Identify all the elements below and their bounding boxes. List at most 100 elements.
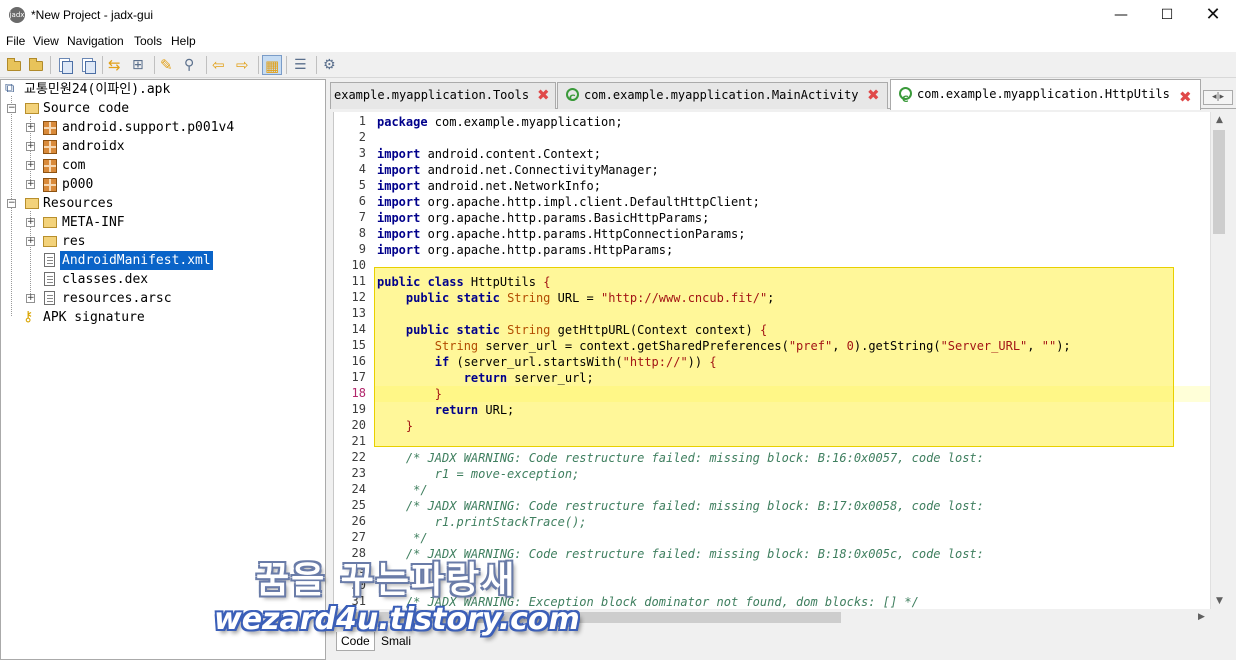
code-line: /* JADX WARNING: Code restructure failed… xyxy=(377,450,984,466)
line-number: 13 xyxy=(351,306,366,320)
collapse-icon[interactable]: − xyxy=(7,104,16,113)
copy-button[interactable] xyxy=(55,55,75,75)
code-token: */ xyxy=(377,531,428,545)
line-number: 16 xyxy=(351,354,366,368)
tab-close-icon[interactable]: ✖ xyxy=(537,83,550,108)
line-number: 15 xyxy=(351,338,366,352)
back-button[interactable]: ⇦ xyxy=(210,55,230,75)
tab-close-icon[interactable]: ✖ xyxy=(1179,83,1192,110)
class-search-button[interactable]: ⚲ xyxy=(182,55,202,75)
code-token: import xyxy=(377,211,428,225)
dex-file-icon xyxy=(44,272,55,286)
apk-root-icon: ⧉ xyxy=(5,81,15,96)
editor-tab-bar: example.myapplication.Tools ✖ com.exampl… xyxy=(330,79,1236,110)
tab-mainactivity[interactable]: com.example.myapplication.MainActivity ✖ xyxy=(557,82,888,109)
save-all-button[interactable] xyxy=(78,55,98,75)
code-token: server_url; xyxy=(507,371,594,385)
deobfuscation-toggle[interactable]: ▦ xyxy=(262,55,282,75)
xml-file-icon xyxy=(44,253,55,267)
code-line: public class HttpUtils { xyxy=(377,274,550,290)
log-viewer-button[interactable]: ☰ xyxy=(292,55,312,75)
expand-icon[interactable]: + xyxy=(26,142,35,151)
expand-icon[interactable]: + xyxy=(26,237,35,246)
scroll-right-icon[interactable]: ▶ xyxy=(1193,609,1210,625)
minimize-button[interactable]: — xyxy=(1098,0,1144,32)
expand-icon[interactable]: + xyxy=(26,123,35,132)
add-files-button[interactable] xyxy=(26,55,46,75)
line-number: 4 xyxy=(358,162,366,176)
watermark-korean: 꿈을 꾸는파랑새 xyxy=(256,560,517,601)
tab-close-icon[interactable]: ✖ xyxy=(867,83,880,108)
flatten-packages-button[interactable]: ⊞ xyxy=(130,55,150,75)
folder-icon xyxy=(43,236,57,247)
text-search-icon: ✎ xyxy=(160,56,173,74)
line-number: 18 xyxy=(351,386,366,400)
scroll-down-icon[interactable]: ▼ xyxy=(1211,593,1228,609)
open-project-button[interactable] xyxy=(4,55,24,75)
jadx-gui-window: jadx *New Project - jadx-gui — ☐ ✕ File … xyxy=(0,0,1236,660)
tree-signature-label: APK signature xyxy=(43,310,145,325)
sync-tree-icon: ⇆ xyxy=(108,56,121,74)
code-token: public static xyxy=(405,323,500,337)
code-token: URL; xyxy=(478,403,515,417)
text-search-button[interactable]: ✎ xyxy=(158,55,178,75)
code-line: import org.apache.http.params.HttpParams… xyxy=(377,242,673,258)
expand-icon[interactable]: + xyxy=(26,218,35,227)
scroll-up-icon[interactable]: ▲ xyxy=(1211,112,1228,128)
code-token: android.net.ConnectivityManager; xyxy=(427,163,659,177)
code-line: return server_url; xyxy=(377,370,594,386)
menu-view[interactable]: View xyxy=(33,34,59,48)
tab-label: com.example.myapplication.HttpUtils xyxy=(917,87,1170,101)
preferences-button[interactable]: ⚙ xyxy=(321,55,341,75)
code-line: public static String URL = "http://www.c… xyxy=(377,290,775,306)
line-number: 10 xyxy=(351,258,366,272)
window-title: *New Project - jadx-gui xyxy=(31,8,154,22)
forward-button[interactable]: ⇨ xyxy=(234,55,254,75)
package-icon xyxy=(43,140,57,154)
code-token: HttpUtils xyxy=(463,275,544,289)
code-token: "Server_URL" xyxy=(940,339,1028,353)
menu-tools[interactable]: Tools xyxy=(134,34,162,48)
menu-navigation[interactable]: Navigation xyxy=(67,34,124,48)
tab-scroll-arrows[interactable]: ◂|▸ xyxy=(1203,90,1233,105)
vertical-scroll-thumb[interactable] xyxy=(1213,130,1225,234)
code-editor[interactable]: 1 2 3 4 5 6 7 8 9 10 11 12 13 14 15 16 17 18 19 20 21 22 23 24 2… xyxy=(333,112,1210,609)
code-token: "http://www.cncub.fit/" xyxy=(601,291,768,305)
class-icon xyxy=(899,86,912,110)
code-token: import xyxy=(377,179,428,193)
package-icon xyxy=(43,159,57,173)
expand-icon[interactable]: + xyxy=(26,161,35,170)
expand-icon[interactable]: + xyxy=(26,180,35,189)
code-line: return URL; xyxy=(377,402,514,418)
tree-file-label: AndroidManifest.xml xyxy=(60,251,213,270)
watermark-url: wezard4u.tistory.com xyxy=(214,602,580,637)
tree-package-label: com xyxy=(62,158,86,173)
code-token: server_url = context.getSharedPreference… xyxy=(478,339,789,353)
tab-httputils[interactable]: com.example.myapplication.HttpUtils ✖ xyxy=(890,79,1201,110)
tab-tools[interactable]: example.myapplication.Tools ✖ xyxy=(330,82,556,109)
maximize-button[interactable]: ☐ xyxy=(1144,0,1190,32)
line-number: 24 xyxy=(351,482,366,496)
deobfuscation-icon: ▦ xyxy=(265,57,280,75)
code-token: r1 = move-exception; xyxy=(377,467,580,481)
collapse-icon[interactable]: − xyxy=(7,199,16,208)
menu-help[interactable]: Help xyxy=(171,34,196,48)
code-token: String xyxy=(434,339,479,353)
close-button[interactable]: ✕ xyxy=(1190,0,1236,32)
code-token: "http://" xyxy=(622,355,688,369)
menu-file[interactable]: File xyxy=(6,34,25,48)
package-icon xyxy=(43,121,57,135)
tree-source-label: Source code xyxy=(43,101,130,116)
code-token: /* JADX WARNING: Code restructure failed… xyxy=(377,451,984,465)
code-token: package xyxy=(377,115,435,129)
code-token: if xyxy=(434,355,450,369)
code-token: )) xyxy=(687,355,703,369)
sync-tree-button[interactable]: ⇆ xyxy=(106,55,126,75)
code-token: public static xyxy=(405,291,500,305)
code-token: } xyxy=(434,387,443,401)
line-number: 21 xyxy=(351,434,366,448)
vertical-scrollbar[interactable]: ▲ ▼ xyxy=(1210,112,1227,609)
expand-icon[interactable]: + xyxy=(26,294,35,303)
